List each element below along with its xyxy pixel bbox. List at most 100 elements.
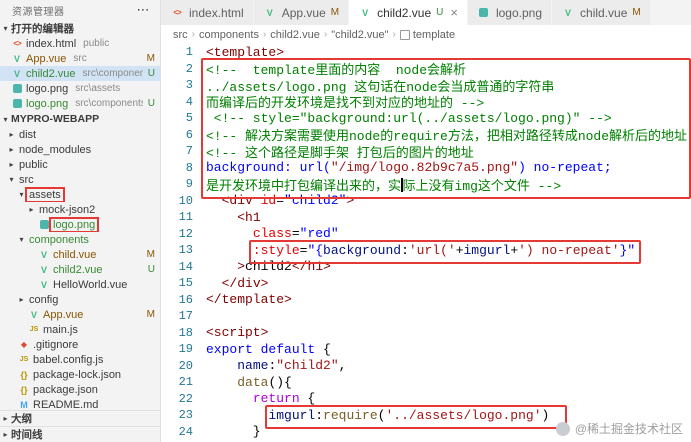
tree-item-dist[interactable]: ▸ dist [0,127,160,142]
tab-index.html[interactable]: <> index.html [161,0,254,25]
close-icon[interactable]: × [450,5,458,20]
project-header[interactable]: ▾ MYPRO-WEBAPP [0,111,160,127]
code-line-17[interactable]: 17 [161,308,691,325]
line-number[interactable]: 9 [161,177,206,191]
chevron-right-icon: › [262,29,267,40]
code-line-10[interactable]: 10 <div id="child2"> [161,193,691,210]
breadcrumb-item[interactable]: "child2.vue" [331,29,388,41]
line-number[interactable]: 12 [161,227,206,241]
code-line-22[interactable]: 22 return { [161,391,691,408]
tab-App.vue[interactable]: V App.vue M [253,0,350,25]
code-line-6[interactable]: 6 <!-- 解决方案需要使用node的require方法，把相对路径转成node… [161,127,691,145]
line-number[interactable]: 24 [161,425,206,439]
line-number[interactable]: 5 [161,111,206,125]
tree-item-assets[interactable]: ▾ assets [0,187,160,202]
line-number[interactable]: 21 [161,375,206,389]
code-line-7[interactable]: 7 <!-- 这个路径是脚手架 打包后的图片的地址 [161,143,691,161]
watermark-text: @稀土掘金技术社区 [574,422,683,436]
line-number[interactable]: 7 [161,144,206,158]
tree-item-public[interactable]: ▸ public [0,157,160,172]
open-editors-header[interactable]: ▾ 打开的编辑器 [0,20,160,36]
tree-item-babel.config.js[interactable]: JS babel.config.js [0,352,160,367]
code-line-9[interactable]: 9 是开发环境中打包编译出来的，实 际上没有img这个文件 --> [161,176,691,194]
line-number[interactable]: 14 [161,260,206,274]
open-editor-child2.vue[interactable]: Vchild2.vue src\components U [0,66,160,81]
tree-item-mock-json2[interactable]: ▸ mock-json2 [0,202,160,217]
line-number[interactable]: 11 [161,210,206,224]
line-number[interactable]: 8 [161,161,206,175]
line-number[interactable]: 15 [161,276,206,290]
tree-item-src[interactable]: ▾ src [0,172,160,187]
outline-header[interactable]: ▸ 大纲 [0,410,160,426]
code-text: data(){ [237,374,292,390]
tree-item-package.json[interactable]: {} package.json [0,382,160,397]
tab-child2.vue[interactable]: Vchild2.vue U × [349,0,468,25]
tab-child.vue[interactable]: Vchild.vue M [552,0,651,25]
open-editor-logo.png[interactable]: logo.png src\assets [0,81,160,96]
code-line-4[interactable]: 4 而编译后的开发环境是找不到对应的地址的 --> [161,94,691,112]
code-text: class="red" [252,226,339,242]
code-line-19[interactable]: 19 export default { [161,341,691,358]
tree-item-logo.png[interactable]: logo.png [0,217,160,232]
chevron-right-icon[interactable]: ▸ [16,295,27,304]
tree-item-child2.vue[interactable]: Vchild2.vue U [0,262,160,277]
timeline-header[interactable]: ▸ 时间线 [0,426,160,442]
chevron-right-icon[interactable]: ▸ [6,160,17,169]
line-number[interactable]: 13 [161,243,206,257]
line-number[interactable]: 1 [161,45,206,59]
code-line-5[interactable]: 5 <!-- style="background:url(../assets/l… [161,110,691,127]
open-editor-App.vue[interactable]: V App.vue src M [0,51,160,66]
more-actions-icon[interactable]: ⋯ [137,3,151,16]
chevron-right-icon[interactable]: ▸ [6,130,17,139]
tree-item-HelloWorld.vue[interactable]: V HelloWorld.vue [0,277,160,292]
open-editor-index.html[interactable]: <> index.html public [0,36,160,51]
chevron-right-icon[interactable]: ▸ [6,145,17,154]
open-editor-logo.png[interactable]: logo.png src\components U [0,96,160,111]
line-number[interactable]: 4 [161,95,206,109]
breadcrumb-item[interactable]: template [399,29,455,41]
tree-item-child.vue[interactable]: Vchild.vue M [0,247,160,262]
line-number[interactable]: 2 [161,62,206,76]
code-line-20[interactable]: 20 name:"child2", [161,358,691,375]
tree-item-App.vue[interactable]: V App.vue M [0,307,160,322]
line-number[interactable]: 22 [161,392,206,406]
code-line-3[interactable]: 3 ../assets/logo.png 这句话在node会当成普通的字符串 [161,77,691,95]
line-number[interactable]: 19 [161,342,206,356]
tree-item-main.js[interactable]: JS main.js [0,322,160,337]
line-number[interactable]: 17 [161,309,206,323]
tree-item-node_modules[interactable]: ▸ node_modules [0,142,160,157]
line-number[interactable]: 23 [161,408,206,422]
line-number[interactable]: 3 [161,78,206,92]
code-line-1[interactable]: 1 <template> [161,44,691,61]
tree-item-config[interactable]: ▸ config [0,292,160,307]
code-line-13[interactable]: 13 :style="{background:'url('+imgurl+') … [161,242,691,259]
code-line-15[interactable]: 15 </div> [161,275,691,292]
file-label: logo.png [26,82,69,95]
line-number[interactable]: 6 [161,128,206,142]
line-number[interactable]: 16 [161,293,206,307]
tree-item-README.md[interactable]: M README.md [0,397,160,411]
chevron-down-icon[interactable]: ▾ [6,175,17,184]
code-line-2[interactable]: 2 <!-- template里面的内容 node会解析 [161,61,691,79]
code-line-21[interactable]: 21 data(){ [161,374,691,391]
code-line-12[interactable]: 12 class="red" [161,226,691,243]
tree-item-.gitignore[interactable]: ◆ .gitignore [0,337,160,352]
chevron-down-icon[interactable]: ▾ [16,190,27,199]
line-number[interactable]: 20 [161,359,206,373]
code-line-8[interactable]: 8 background: url("/img/logo.82b9c7a5.png… [161,160,691,177]
code-line-11[interactable]: 11 <h1 [161,209,691,226]
code-line-14[interactable]: 14 >child2</h1> [161,259,691,276]
code-editor[interactable]: 1 <template> 2 <!-- template里面的内容 node会解析 3.… [161,44,691,442]
tab-logo.png[interactable]: logo.png [467,0,553,25]
chevron-right-icon[interactable]: ▸ [26,205,37,214]
code-line-16[interactable]: 16 </template> [161,292,691,309]
breadcrumb-item[interactable]: components [199,29,259,41]
line-number[interactable]: 10 [161,194,206,208]
line-number[interactable]: 18 [161,326,206,340]
code-line-18[interactable]: 18 <script> [161,325,691,342]
tree-item-package-lock.json[interactable]: {} package-lock.json [0,367,160,382]
chevron-down-icon[interactable]: ▾ [16,235,27,244]
tree-item-components[interactable]: ▾ components [0,232,160,247]
breadcrumb-item[interactable]: src [173,29,188,41]
breadcrumb-item[interactable]: child2.vue [270,29,320,41]
